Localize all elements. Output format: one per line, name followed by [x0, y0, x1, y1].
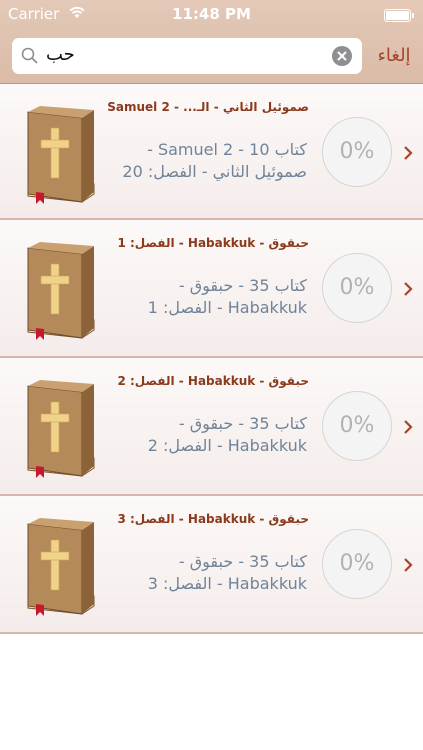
bible-book-icon: [27, 518, 95, 616]
chevron-right-icon: [404, 558, 413, 572]
search-query-text[interactable]: حب: [46, 44, 75, 65]
chevron-right-icon: [404, 146, 413, 160]
navigation-header: Carrier 11:48 PM حب إلغاء: [0, 0, 423, 84]
cancel-button[interactable]: إلغاء: [370, 42, 418, 70]
result-chapter-line: Habakkuk - الفصل: 2: [147, 436, 307, 455]
result-row[interactable]: حبقوق - Habakkuk - الفصل: 3 كتاب 35 - حب…: [0, 496, 423, 634]
chevron-right-icon: [404, 420, 413, 434]
result-title: حبقوق - Habakkuk - الفصل: 2: [117, 374, 309, 388]
search-results-list: صموئيل الثاني - الـ... - 2 Samuel كتاب 1…: [0, 84, 423, 634]
progress-circle: 0%: [322, 391, 392, 461]
result-title: حبقوق - Habakkuk - الفصل: 1: [117, 236, 309, 250]
status-bar: Carrier 11:48 PM: [0, 0, 423, 28]
bible-book-icon: [27, 106, 95, 204]
result-chapter-line: Habakkuk - الفصل: 3: [147, 574, 307, 593]
result-book-line: كتاب 35 - حبقوق -: [178, 414, 307, 433]
chevron-right-icon: [404, 282, 413, 296]
result-book-line: كتاب 35 - حبقوق -: [178, 552, 307, 571]
clock: 11:48 PM: [172, 5, 251, 23]
result-row[interactable]: صموئيل الثاني - الـ... - 2 Samuel كتاب 1…: [0, 84, 423, 220]
result-book-line: كتاب 35 - حبقوق -: [178, 276, 307, 295]
result-row[interactable]: حبقوق - Habakkuk - الفصل: 1 كتاب 35 - حب…: [0, 220, 423, 358]
result-book-line: كتاب 10 - 2 Samuel -: [147, 140, 307, 159]
clear-search-icon[interactable]: [332, 46, 352, 66]
progress-circle: 0%: [322, 253, 392, 323]
bible-book-icon: [27, 380, 95, 478]
result-title: حبقوق - Habakkuk - الفصل: 3: [117, 512, 309, 526]
result-chapter-line: صموئيل الثاني - الفصل: 20: [122, 162, 307, 181]
bible-book-icon: [27, 242, 95, 340]
result-title: صموئيل الثاني - الـ... - 2 Samuel: [107, 100, 309, 114]
progress-circle: 0%: [322, 117, 392, 187]
progress-circle: 0%: [322, 529, 392, 599]
result-row[interactable]: حبقوق - Habakkuk - الفصل: 2 كتاب 35 - حب…: [0, 358, 423, 496]
battery-tip: [412, 13, 414, 18]
result-chapter-line: Habakkuk - الفصل: 1: [147, 298, 307, 317]
search-input[interactable]: حب: [12, 38, 362, 74]
search-icon: [21, 47, 38, 64]
battery-icon: [384, 9, 411, 22]
